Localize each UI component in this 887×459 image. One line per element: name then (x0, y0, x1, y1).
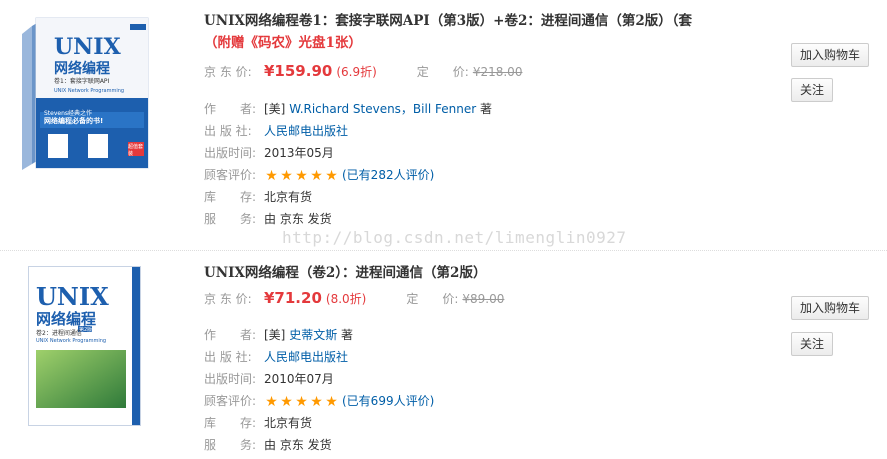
star-icon: ★ (280, 167, 293, 184)
star-icon: ★ (325, 393, 338, 410)
service-text: 由 京东 发货 (264, 438, 332, 452)
stock-row: 库 存: 北京有货 (204, 186, 312, 208)
star-icon: ★ (265, 393, 278, 410)
review-count-link[interactable]: (已有282人评价) (342, 168, 434, 182)
price-label: 京 东 价: (204, 292, 252, 306)
star-icon: ★ (295, 167, 308, 184)
publisher-label: 出 版 社: (204, 350, 252, 364)
price-row: 京 东 价: ¥71.20 (8.0折) 定 价: ¥89.00 (204, 288, 504, 308)
publisher-link[interactable]: 人民邮电出版社 (264, 124, 348, 138)
rating-stars: ★ ★ ★ ★ ★ (264, 391, 339, 413)
author-label: 作 者: (204, 328, 257, 342)
discount: (6.9折) (336, 65, 377, 79)
date-row: 出版时间: 2013年05月 (204, 142, 334, 164)
follow-button[interactable]: 关注 (791, 78, 834, 102)
original-price-label: 定 价: (416, 65, 469, 79)
star-icon: ★ (310, 167, 323, 184)
original-price: ¥89.00 (462, 292, 505, 306)
publish-date: 2010年07月 (264, 372, 334, 386)
stock-row: 库 存: 北京有货 (204, 412, 312, 434)
cover-en-title: UNIX Network Programming (36, 338, 107, 344)
cover-brand: UNIX (54, 34, 121, 60)
discount: (8.0折) (325, 292, 367, 306)
product-title-link[interactable]: UNIX网络编程（卷2）：进程间通信（第2版） (204, 265, 486, 281)
product-title-2[interactable]: UNIX网络编程（卷2）：进程间通信（第2版） (204, 262, 734, 284)
original-price-label: 定 价: (406, 292, 459, 306)
cover-brand: UNIX (36, 282, 109, 311)
author-suffix: 著 (341, 328, 354, 342)
author-link[interactable]: 史蒂文斯 (289, 328, 337, 342)
product-item-1: UNIX 网络编程 卷1：套接字联网API UNIX Network Progr… (0, 0, 887, 250)
product-info-1: UNIX网络编程卷1：套接字联网API（第3版）+卷2：进程间通信（第2版）（套… (204, 10, 734, 226)
product-cover-1[interactable]: UNIX 网络编程 卷1：套接字联网API UNIX Network Progr… (18, 12, 150, 170)
jd-price: ¥159.90 (264, 62, 333, 80)
rating-stars: ★ ★ ★ ★ ★ (264, 165, 339, 187)
add-to-cart-button[interactable]: 加入购物车 (791, 43, 870, 67)
stock-label: 库 存: (204, 416, 257, 430)
star-icon: ★ (265, 167, 278, 184)
publisher-label: 出 版 社: (204, 124, 252, 138)
author-row: 作 者: [美] W.Richard Stevens，Bill Fenner 著 (204, 98, 492, 120)
publish-date: 2013年05月 (264, 146, 334, 160)
review-count-link[interactable]: (已有699人评价) (342, 394, 434, 408)
add-to-cart-button[interactable]: 加入购物车 (791, 296, 870, 320)
date-label: 出版时间: (204, 146, 257, 160)
author-link[interactable]: W.Richard Stevens，Bill Fenner (289, 102, 476, 116)
stock-status: 北京有货 (264, 190, 313, 204)
publisher-row: 出 版 社: 人民邮电出版社 (204, 346, 348, 368)
author-prefix: [美] (264, 328, 286, 342)
author-label: 作 者: (204, 102, 257, 116)
rating-row: 顾客评价: ★ ★ ★ ★ ★ (已有282人评价) (204, 164, 434, 186)
star-icon: ★ (310, 393, 323, 410)
publisher-row: 出 版 社: 人民邮电出版社 (204, 120, 348, 142)
product-title-link[interactable]: UNIX网络编程卷1：套接字联网API（第3版）+卷2：进程间通信（第2版）（套 (204, 13, 692, 29)
rating-label: 顾客评价: (204, 394, 257, 408)
cover-edition: 第2版 (79, 327, 93, 333)
publisher-link[interactable]: 人民邮电出版社 (264, 350, 348, 364)
star-icon: ★ (325, 167, 338, 184)
cover-subtitle: 网络编程 (54, 61, 110, 77)
date-label: 出版时间: (204, 372, 257, 386)
star-icon: ★ (280, 393, 293, 410)
watermark: http://blog.csdn.net/limenglin0927 (282, 228, 627, 247)
author-row: 作 者: [美] 史蒂文斯 著 (204, 324, 353, 346)
jd-price: ¥71.20 (264, 289, 322, 307)
cover-badge: 超值套装 (128, 144, 144, 157)
star-icon: ★ (295, 393, 308, 410)
stock-label: 库 存: (204, 190, 257, 204)
rating-label: 顾客评价: (204, 168, 257, 182)
service-row: 服 务: 由 京东 发货 (204, 434, 332, 456)
cover-volume: 卷1：套接字联网API (54, 78, 110, 85)
service-label: 服 务: (204, 212, 257, 226)
product-item-2: UNIX 网络编程 卷2：进程间通信 第2版 UNIX Network Prog… (0, 252, 887, 459)
price-label: 京 东 价: (204, 65, 252, 79)
cover-en-title: UNIX Network Programming (54, 88, 125, 94)
item-divider (0, 250, 887, 251)
price-row: 京 东 价: ¥159.90 (6.9折) 定 价: ¥218.00 (204, 61, 522, 81)
date-row: 出版时间: 2010年07月 (204, 368, 334, 390)
product-promo: （附赠《码农》光盘1张） (204, 35, 362, 51)
rating-row: 顾客评价: ★ ★ ★ ★ ★ (已有699人评价) (204, 390, 434, 412)
service-row: 服 务: 由 京东 发货 (204, 208, 332, 230)
follow-button[interactable]: 关注 (791, 332, 834, 356)
stock-status: 北京有货 (264, 416, 313, 430)
product-title-1[interactable]: UNIX网络编程卷1：套接字联网API（第3版）+卷2：进程间通信（第2版）（套… (204, 10, 734, 54)
author-suffix: 著 (479, 102, 492, 116)
service-label: 服 务: (204, 438, 257, 452)
cover-banner-line2: 网络编程必备的书! (44, 117, 104, 125)
author-prefix: [美] (264, 102, 286, 116)
cover-volume: 卷2：进程间通信 (36, 330, 82, 337)
original-price: ¥218.00 (472, 65, 523, 79)
product-info-2: UNIX网络编程（卷2）：进程间通信（第2版） 京 东 价: ¥71.20 (8.0… (204, 262, 734, 452)
product-cover-2[interactable]: UNIX 网络编程 卷2：进程间通信 第2版 UNIX Network Prog… (28, 266, 141, 426)
service-text: 由 京东 发货 (264, 212, 332, 226)
